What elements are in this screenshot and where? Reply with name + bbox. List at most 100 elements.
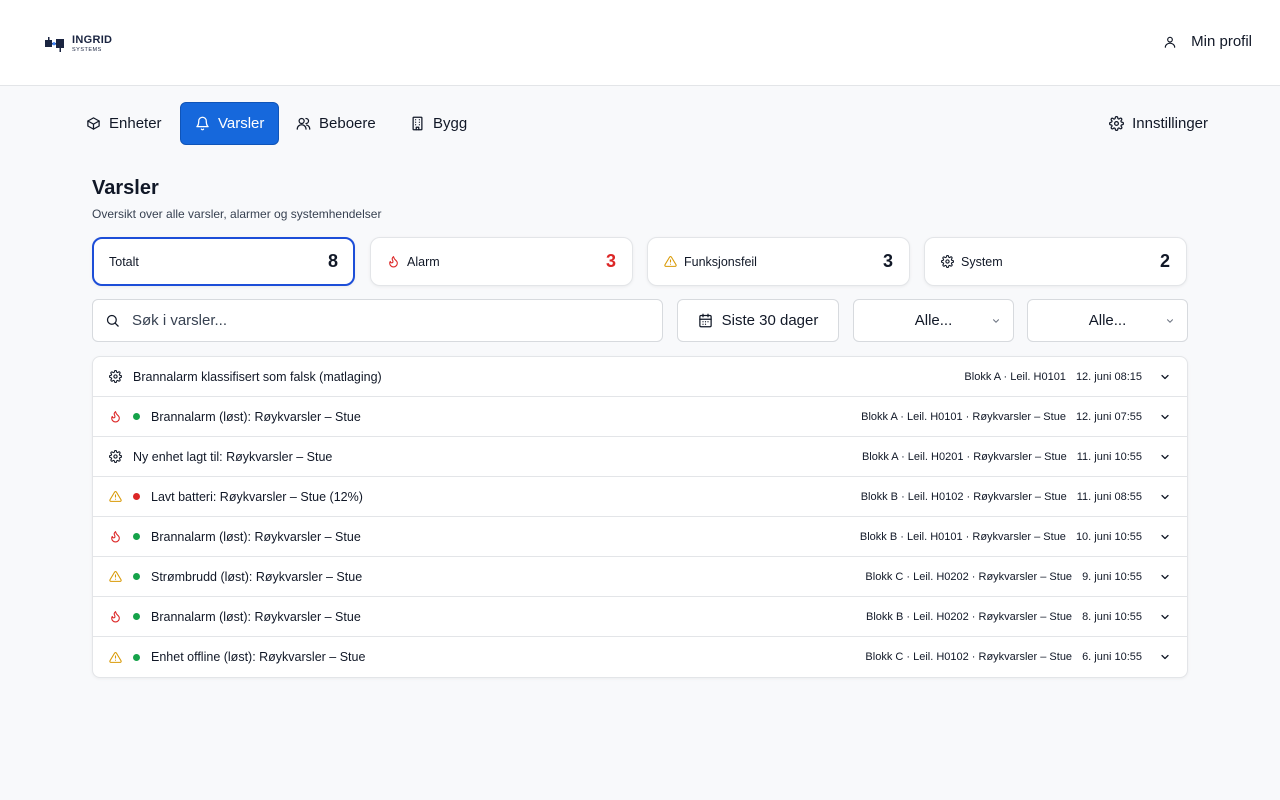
alert-row[interactable]: Brannalarm (løst): Røykvarsler – Stue Blo… xyxy=(93,597,1187,637)
profile-button[interactable]: Min profil xyxy=(1163,33,1252,50)
stat-value: 2 xyxy=(1159,251,1170,271)
alert-row[interactable]: Brannalarm klassifisert som falsk (matla… xyxy=(93,357,1187,397)
page-subtitle: Oversikt over alle varsler, alarmer og s… xyxy=(92,207,382,221)
alert-row[interactable]: Strømbrudd (løst): Røykvarsler – Stue Blo… xyxy=(93,557,1187,597)
settings-button[interactable]: Innstillinger xyxy=(1095,102,1222,145)
warning-icon xyxy=(664,256,677,267)
alert-time: 11. juni 08:55 xyxy=(1076,490,1142,503)
alert-title: Lavt batteri: Røykvarsler – Stue (12%) xyxy=(151,489,363,504)
chevron-down-icon[interactable] xyxy=(1159,531,1171,543)
chevron-down-icon[interactable] xyxy=(1159,491,1171,503)
stat-card-funksjonsfeil[interactable]: Funksjonsfeil 3 xyxy=(647,237,910,286)
tab-varsler-label: Varsler xyxy=(218,115,265,132)
alert-title: Strømbrudd (løst): Røykvarsler – Stue xyxy=(151,569,363,584)
stat-label: System xyxy=(961,254,1003,269)
tab-varsler[interactable]: Varsler xyxy=(180,102,280,145)
search-input[interactable]: Søk i varsler... xyxy=(92,299,663,342)
warning-icon xyxy=(108,490,122,504)
alert-location: Blokk B · Leil. H0202 · Røykvarsler – St… xyxy=(866,610,1073,623)
alert-list: Brannalarm klassifisert som falsk (matla… xyxy=(92,356,1188,678)
alert-title: Brannalarm klassifisert som falsk (matla… xyxy=(133,369,382,384)
gear-icon xyxy=(108,450,122,464)
calendar-icon xyxy=(698,313,712,328)
alert-time: 10. juni 10:55 xyxy=(1075,530,1142,543)
type-filter-value: Alle... xyxy=(914,312,953,329)
alert-location: Blokk B · Leil. H0102 · Røykvarsler – St… xyxy=(860,490,1067,503)
type-filter-select[interactable]: Alle... xyxy=(853,299,1014,342)
chevron-down-icon xyxy=(992,319,1000,323)
top-header: INGRID SYSTEMS Min profil xyxy=(0,0,1280,86)
chevron-down-icon[interactable] xyxy=(1159,651,1171,663)
alert-title: Brannalarm (løst): Røykvarsler – Stue xyxy=(151,529,361,544)
stat-card-totalt[interactable]: Totalt 8 xyxy=(92,237,355,286)
stat-label-wrap: System xyxy=(941,255,1160,269)
tab-enheter-label: Enheter xyxy=(109,115,162,132)
stat-label: Totalt xyxy=(109,254,139,269)
stat-label-wrap: Alarm xyxy=(387,255,606,269)
alert-row[interactable]: Brannalarm (løst): Røykvarsler – Stue Blo… xyxy=(93,397,1187,437)
alert-time: 6. juni 10:55 xyxy=(1082,651,1142,663)
status-dot xyxy=(133,493,140,500)
status-dot xyxy=(133,613,140,620)
chevron-down-icon xyxy=(1166,319,1174,323)
flame-icon xyxy=(108,530,122,544)
status-filter-value: Alle... xyxy=(1088,312,1127,329)
alert-time: 9. juni 10:55 xyxy=(1082,570,1142,583)
status-filter-select[interactable]: Alle... xyxy=(1027,299,1188,342)
search-icon xyxy=(106,314,119,327)
alert-title: Brannalarm (løst): Røykvarsler – Stue xyxy=(151,409,361,424)
status-dot xyxy=(133,573,140,580)
alert-location: Blokk A · Leil. H0101 · Røykvarsler – St… xyxy=(861,410,1066,423)
gear-icon xyxy=(941,255,954,268)
alert-row[interactable]: Lavt batteri: Røykvarsler – Stue (12%) Bl… xyxy=(93,477,1187,517)
stat-value: 8 xyxy=(327,251,338,271)
warning-icon xyxy=(108,570,122,584)
search-placeholder: Søk i varsler... xyxy=(132,312,228,329)
alert-time: 12. juni 08:15 xyxy=(1075,370,1142,383)
ingrid-logo-icon xyxy=(45,37,64,52)
flame-icon xyxy=(108,410,122,424)
brand-logo[interactable]: INGRID SYSTEMS xyxy=(44,34,112,54)
box-icon xyxy=(87,117,100,130)
stat-card-system[interactable]: System 2 xyxy=(924,237,1187,286)
brand-sub: SYSTEMS xyxy=(72,46,102,53)
date-range-label: Siste 30 dager xyxy=(721,312,819,329)
chevron-down-icon[interactable] xyxy=(1159,371,1171,383)
users-icon xyxy=(296,117,311,130)
alert-location: Blokk B · Leil. H0101 · Røykvarsler – St… xyxy=(859,530,1066,543)
tab-bygg[interactable]: Bygg xyxy=(396,102,481,145)
stat-label: Alarm xyxy=(407,254,440,269)
stat-value: 3 xyxy=(882,251,893,271)
alert-location: Blokk A · Leil. H0101 xyxy=(964,370,1066,383)
alert-row[interactable]: Brannalarm (løst): Røykvarsler – Stue Blo… xyxy=(93,517,1187,557)
alert-row[interactable]: Enhet offline (løst): Røykvarsler – Stue… xyxy=(93,637,1187,677)
flame-icon xyxy=(389,256,398,268)
chevron-down-icon[interactable] xyxy=(1159,571,1171,583)
alert-title: Brannalarm (løst): Røykvarsler – Stue xyxy=(151,609,361,624)
alert-location: Blokk C · Leil. H0202 · Røykvarsler – St… xyxy=(865,570,1073,583)
gear-icon xyxy=(1109,116,1125,131)
alert-title: Enhet offline (løst): Røykvarsler – Stue xyxy=(151,650,366,664)
page-title: Varsler xyxy=(92,177,159,199)
stat-value: 3 xyxy=(605,251,616,271)
stat-card-alarm[interactable]: Alarm 3 xyxy=(370,237,633,286)
gear-icon xyxy=(108,370,122,384)
main-nav: Enheter Varsler Beboere Bygg Innstilling… xyxy=(80,102,1208,145)
status-dot xyxy=(133,533,140,540)
brand-name: INGRID xyxy=(72,33,113,46)
warning-icon xyxy=(108,650,122,664)
alert-time: 12. juni 07:55 xyxy=(1075,410,1142,423)
chevron-down-icon[interactable] xyxy=(1159,611,1171,623)
chevron-down-icon[interactable] xyxy=(1159,451,1171,463)
tab-enheter[interactable]: Enheter xyxy=(72,102,176,145)
tab-beboere[interactable]: Beboere xyxy=(282,102,390,145)
tab-beboere-label: Beboere xyxy=(319,115,376,132)
alert-row[interactable]: Ny enhet lagt til: Røykvarsler – Stue Blo… xyxy=(93,437,1187,477)
stat-label: Funksjonsfeil xyxy=(684,254,757,269)
bell-icon xyxy=(196,116,209,131)
tab-bygg-label: Bygg xyxy=(433,115,468,132)
date-range-button[interactable]: Siste 30 dager xyxy=(677,299,839,342)
profile-label: Min profil xyxy=(1191,33,1252,50)
chevron-down-icon[interactable] xyxy=(1159,411,1171,423)
building-icon xyxy=(412,116,423,131)
